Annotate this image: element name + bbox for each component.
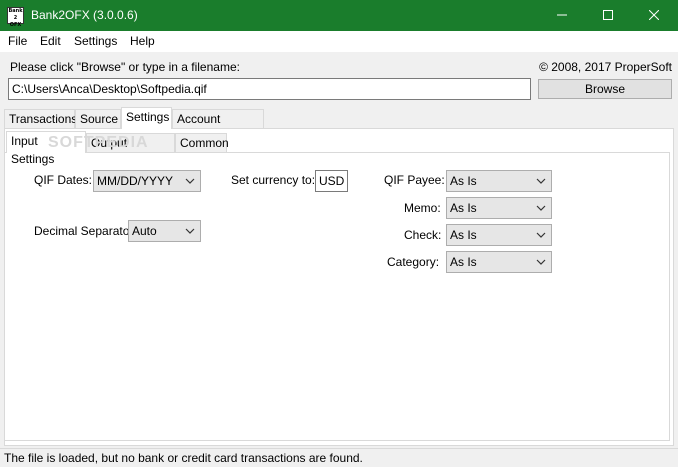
- chevron-down-icon: [536, 259, 546, 265]
- qif-payee-value: As Is: [450, 174, 477, 188]
- category-value: As Is: [450, 255, 477, 269]
- watermark: SOFTPEDIA: [48, 134, 149, 151]
- input-settings-panel: [4, 152, 670, 441]
- chevron-down-icon: [536, 205, 546, 211]
- maximize-icon: [603, 10, 613, 20]
- memo-label: Memo:: [404, 201, 441, 215]
- close-button[interactable]: [631, 0, 677, 31]
- copyright-text: © 2008, 2017 ProperSoft: [539, 60, 672, 74]
- filename-input[interactable]: [8, 78, 531, 100]
- qif-dates-value: MM/DD/YYYY: [97, 174, 174, 188]
- qif-dates-select[interactable]: MM/DD/YYYY: [93, 170, 201, 192]
- menu-settings[interactable]: Settings: [74, 34, 117, 48]
- decimal-separator-select[interactable]: Auto: [128, 220, 201, 242]
- tab-account-mapping[interactable]: Account Mapping: [172, 109, 264, 144]
- title-bar: Bank 2 OFX Bank2OFX (3.0.0.6): [0, 0, 678, 31]
- tab-source[interactable]: Source: [75, 109, 121, 129]
- memo-value: As Is: [450, 201, 477, 215]
- check-value: As Is: [450, 228, 477, 242]
- menu-bar: File Edit Settings Help: [0, 31, 678, 52]
- check-select[interactable]: As Is: [446, 224, 552, 246]
- minimize-button[interactable]: [539, 0, 585, 31]
- category-select[interactable]: As Is: [446, 251, 552, 273]
- qif-payee-select[interactable]: As Is: [446, 170, 552, 192]
- tab-transactions[interactable]: Transactions: [4, 109, 77, 129]
- app-icon: Bank 2 OFX: [7, 7, 24, 28]
- chevron-down-icon: [185, 178, 195, 184]
- currency-input[interactable]: [315, 170, 348, 192]
- qif-payee-label: QIF Payee:: [384, 173, 445, 187]
- tab-settings[interactable]: Settings: [121, 107, 172, 129]
- status-bar: The file is loaded, but no bank or credi…: [0, 448, 678, 467]
- close-icon: [649, 10, 659, 20]
- menu-edit[interactable]: Edit: [40, 34, 61, 48]
- decimal-separator-label: Decimal Separator:: [34, 224, 137, 238]
- maximize-button[interactable]: [585, 0, 631, 31]
- chevron-down-icon: [536, 178, 546, 184]
- menu-help[interactable]: Help: [130, 34, 155, 48]
- currency-label: Set currency to:: [231, 173, 316, 187]
- tab-common[interactable]: Common: [175, 133, 229, 153]
- minimize-icon: [557, 14, 567, 16]
- chevron-down-icon: [185, 228, 195, 234]
- file-prompt-label: Please click "Browse" or type in a filen…: [10, 60, 240, 74]
- decimal-separator-value: Auto: [132, 224, 157, 238]
- menu-file[interactable]: File: [8, 34, 27, 48]
- qif-dates-label: QIF Dates:: [34, 173, 93, 187]
- category-label: Category:: [387, 255, 440, 269]
- check-label: Check:: [404, 228, 442, 242]
- chevron-down-icon: [536, 232, 546, 238]
- window-title: Bank2OFX (3.0.0.6): [31, 8, 138, 22]
- browse-button[interactable]: Browse: [538, 79, 672, 99]
- memo-select[interactable]: As Is: [446, 197, 552, 219]
